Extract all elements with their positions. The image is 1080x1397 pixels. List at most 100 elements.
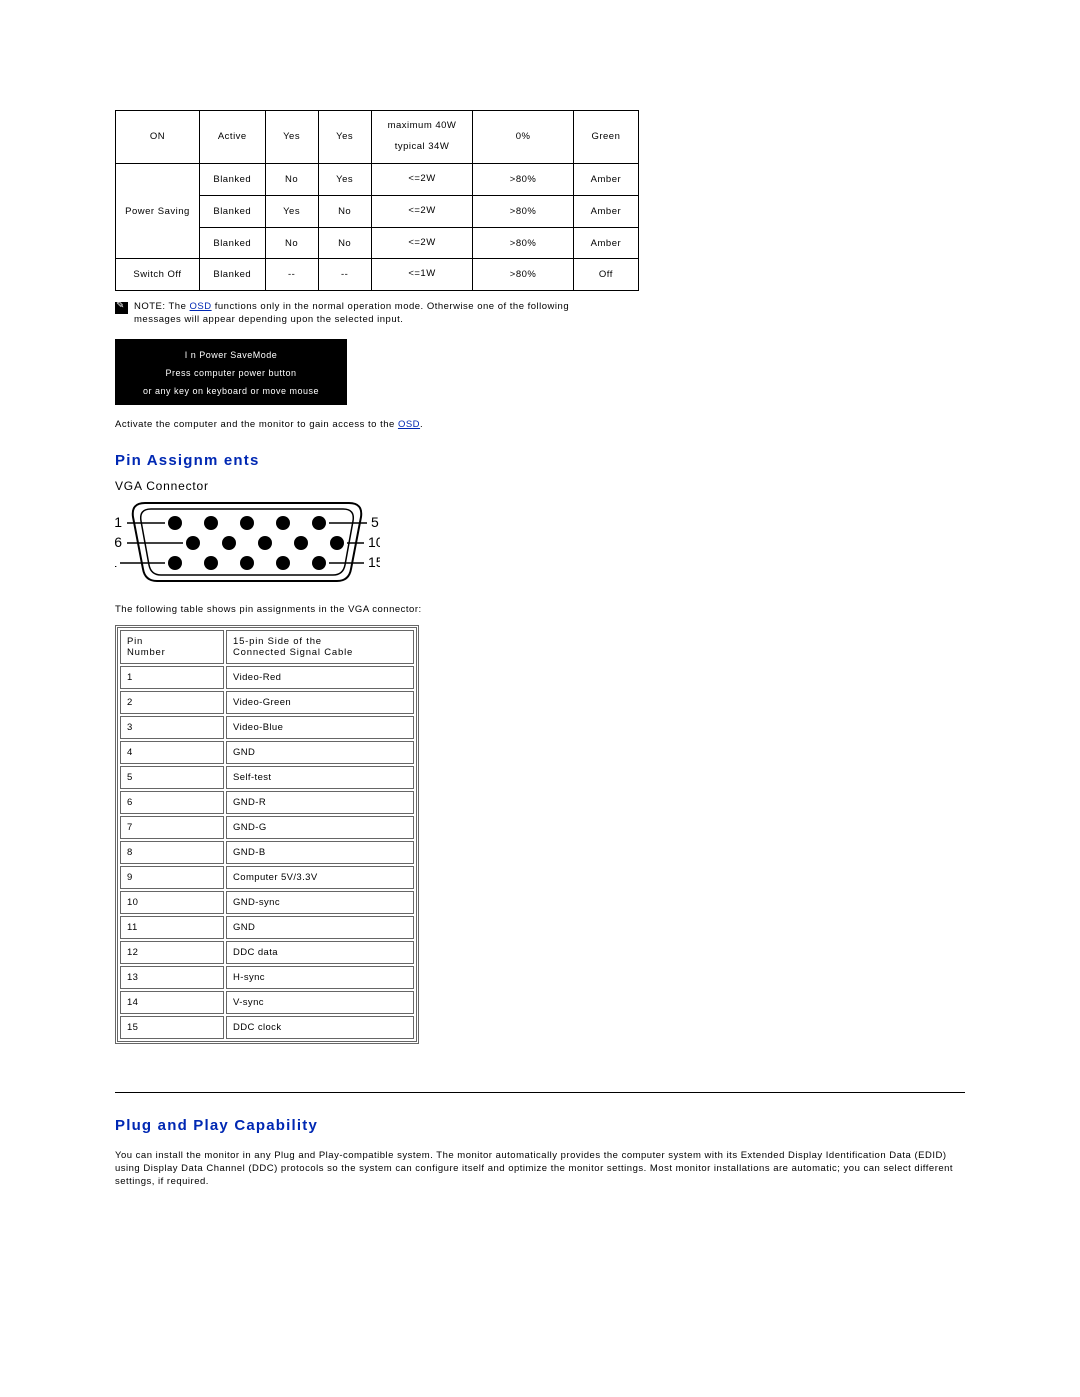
power-cell-state: Blanked [199, 163, 265, 195]
activate-post: . [420, 419, 423, 430]
table-row: 3Video-Blue [120, 716, 414, 739]
pin-label-10: 10 [368, 534, 380, 550]
table-row: 15DDC clock [120, 1016, 414, 1039]
table-row: 14V-sync [120, 991, 414, 1014]
pin-header-desc: 15-pin Side of theConnected Signal Cable [226, 630, 414, 664]
power-cell-vsync: No [318, 195, 371, 227]
pin-label-5: 5 [371, 514, 379, 530]
plug-and-play-heading: Plug and Play Capability [115, 1117, 965, 1134]
note-block: NOTE: The OSD functions only in the norm… [115, 301, 965, 327]
power-cell-hsync: -- [265, 259, 318, 291]
pin-desc-cell: Self-test [226, 766, 414, 789]
power-cell-hsync: Yes [265, 195, 318, 227]
save-mode-line2: Press computer power button [115, 364, 347, 382]
pin-desc-cell: V-sync [226, 991, 414, 1014]
pin-desc-cell: DDC clock [226, 1016, 414, 1039]
pin-number-cell: 7 [120, 816, 224, 839]
pin-desc-cell: GND [226, 741, 414, 764]
pin-desc-cell: GND-R [226, 791, 414, 814]
power-modes-table: ONActiveYesYesmaximum 40Wtypical 34W0%Gr… [115, 110, 639, 291]
power-cell-consumption: <=2W [371, 195, 473, 227]
power-cell-vsync: Yes [318, 163, 371, 195]
note-prefix: NOTE: The [134, 301, 190, 312]
pin-desc-cell: Computer 5V/3.3V [226, 866, 414, 889]
pin-desc-cell: Video-Red [226, 666, 414, 689]
pin-number-cell: 4 [120, 741, 224, 764]
pin-desc-cell: GND-sync [226, 891, 414, 914]
note-icon [115, 302, 128, 314]
power-mode-cell: Power Saving [116, 163, 200, 259]
pin-number-cell: 1 [120, 666, 224, 689]
pin-number-cell: 2 [120, 691, 224, 714]
table-row: 5Self-test [120, 766, 414, 789]
osd-link-2[interactable]: OSD [398, 419, 420, 430]
table-row: 10GND-sync [120, 891, 414, 914]
osd-link-1[interactable]: OSD [190, 301, 212, 312]
power-cell-led: Amber [573, 195, 638, 227]
pin-assignments-heading: Pin Assignm ents [115, 452, 965, 469]
table-row: ONActiveYesYesmaximum 40Wtypical 34W0%Gr… [116, 111, 639, 164]
pin-table-intro: The following table shows pin assignment… [115, 604, 965, 615]
power-cell-state: Blanked [199, 259, 265, 291]
power-cell-state: Blanked [199, 227, 265, 259]
section-divider [115, 1092, 965, 1093]
pin-number-cell: 12 [120, 941, 224, 964]
power-cell-hsync: No [265, 163, 318, 195]
pin-header-number: PinNumber [120, 630, 224, 664]
table-row: 11GND [120, 916, 414, 939]
pin-label-1: 1 [115, 514, 122, 530]
pin-desc-cell: Video-Green [226, 691, 414, 714]
pin-desc-cell: GND-G [226, 816, 414, 839]
table-row: 4GND [120, 741, 414, 764]
vga-connector-subheading: VGA Connector [115, 479, 965, 493]
power-cell-hsync: No [265, 227, 318, 259]
power-cell-state: Active [199, 111, 265, 164]
pin-number-cell: 10 [120, 891, 224, 914]
save-mode-line1: I n Power SaveMode [115, 346, 347, 364]
power-cell-vsync: -- [318, 259, 371, 291]
activate-text: Activate the computer and the monitor to… [115, 419, 965, 430]
power-cell-saving: >80% [473, 259, 574, 291]
power-cell-vsync: No [318, 227, 371, 259]
plug-and-play-text: You can install the monitor in any Plug … [115, 1150, 965, 1188]
pin-number-cell: 14 [120, 991, 224, 1014]
pin-label-11: 11 [115, 554, 117, 570]
note-text: NOTE: The OSD functions only in the norm… [134, 301, 594, 327]
table-row: Power SavingBlankedNoYes<=2W>80%Amber [116, 163, 639, 195]
power-cell-led: Amber [573, 163, 638, 195]
power-cell-hsync: Yes [265, 111, 318, 164]
power-cell-saving: >80% [473, 227, 574, 259]
table-row: 1Video-Red [120, 666, 414, 689]
table-row: Switch OffBlanked----<=1W>80%Off [116, 259, 639, 291]
pin-desc-cell: GND [226, 916, 414, 939]
table-row: 13H-sync [120, 966, 414, 989]
power-cell-led: Off [573, 259, 638, 291]
power-cell-consumption: <=2W [371, 227, 473, 259]
power-cell-saving: 0% [473, 111, 574, 164]
power-cell-saving: >80% [473, 163, 574, 195]
power-mode-cell: Switch Off [116, 259, 200, 291]
pin-number-cell: 5 [120, 766, 224, 789]
vga-pin-table: PinNumber 15-pin Side of theConnected Si… [115, 625, 419, 1044]
pin-desc-cell: H-sync [226, 966, 414, 989]
pin-desc-cell: Video-Blue [226, 716, 414, 739]
pin-label-6: 6 [115, 534, 122, 550]
table-row: 8GND-B [120, 841, 414, 864]
table-row: 6GND-R [120, 791, 414, 814]
power-cell-consumption: maximum 40Wtypical 34W [371, 111, 473, 164]
power-mode-cell: ON [116, 111, 200, 164]
pin-desc-cell: GND-B [226, 841, 414, 864]
power-cell-led: Green [573, 111, 638, 164]
power-cell-vsync: Yes [318, 111, 371, 164]
pin-number-cell: 13 [120, 966, 224, 989]
table-row: 12DDC data [120, 941, 414, 964]
table-row: 2Video-Green [120, 691, 414, 714]
power-cell-saving: >80% [473, 195, 574, 227]
pin-number-cell: 9 [120, 866, 224, 889]
pin-number-cell: 15 [120, 1016, 224, 1039]
save-mode-line3: or any key on keyboard or move mouse [115, 382, 347, 400]
power-cell-consumption: <=2W [371, 163, 473, 195]
power-cell-consumption: <=1W [371, 259, 473, 291]
pin-label-15: 15 [368, 554, 380, 570]
power-cell-led: Amber [573, 227, 638, 259]
